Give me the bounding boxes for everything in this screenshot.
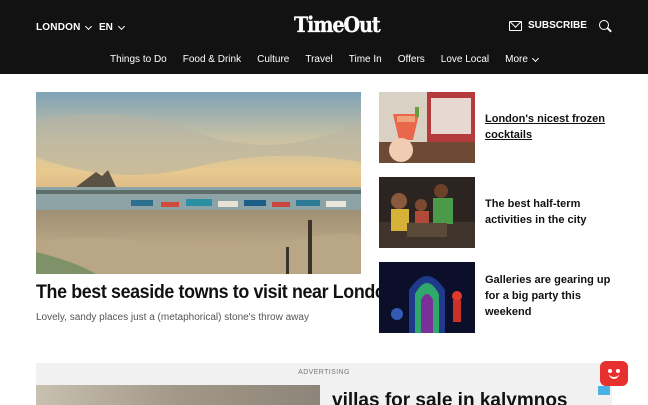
nav-more-label: More	[505, 54, 528, 65]
chevron-down-icon	[531, 54, 539, 62]
hero-image[interactable]	[36, 92, 361, 274]
chat-eye-icon	[608, 369, 612, 373]
nav-item-things-to-do[interactable]: Things to Do	[102, 54, 175, 65]
ad-choices-icon[interactable]	[598, 386, 610, 395]
timeout-logo[interactable]: TimeOut	[294, 12, 381, 38]
card-image-half-term[interactable]	[379, 177, 475, 248]
subscribe-label: SUBSCRIBE	[528, 20, 587, 31]
card-title-half-term[interactable]: The best half-term activities in the cit…	[485, 196, 615, 228]
mail-icon	[509, 20, 522, 31]
ad-headline[interactable]: villas for sale in kalymnos	[332, 390, 568, 405]
site-header: LONDON EN TimeOut SUBSCRIBE Things to Do…	[0, 0, 648, 74]
card-title-galleries[interactable]: Galleries are gearing up for a big party…	[485, 272, 615, 320]
nav-item-offers[interactable]: Offers	[390, 54, 433, 65]
city-selector[interactable]: LONDON	[36, 22, 92, 33]
chevron-down-icon	[84, 22, 92, 30]
card-title-cocktails[interactable]: London's nicest frozen cocktails	[485, 111, 615, 143]
nav-item-food-drink[interactable]: Food & Drink	[175, 54, 249, 65]
main-nav: Things to Do Food & Drink Culture Travel…	[0, 54, 648, 65]
nav-item-time-in[interactable]: Time In	[341, 54, 390, 65]
nav-item-more[interactable]: More	[497, 54, 546, 65]
ad-section: ADVERTISING villas for sale in kalymnos	[36, 363, 612, 405]
hero-subtitle: Lovely, sandy places just a (metaphorica…	[36, 312, 309, 323]
chat-mouth-icon	[609, 374, 619, 379]
language-selector[interactable]: EN	[99, 22, 125, 33]
chat-bot-button[interactable]	[600, 361, 628, 386]
city-label: LONDON	[36, 22, 81, 33]
nav-item-travel[interactable]: Travel	[297, 54, 340, 65]
language-label: EN	[99, 22, 113, 33]
nav-item-culture[interactable]: Culture	[249, 54, 297, 65]
search-icon[interactable]	[599, 20, 612, 33]
chevron-down-icon	[117, 22, 125, 30]
chat-eye-icon	[616, 369, 620, 373]
card-image-cocktails[interactable]	[379, 92, 475, 163]
subscribe-button[interactable]: SUBSCRIBE	[509, 20, 587, 31]
nav-item-love-local[interactable]: Love Local	[433, 54, 497, 65]
ad-label: ADVERTISING	[298, 369, 350, 376]
hero-title[interactable]: The best seaside towns to visit near Lon…	[36, 282, 396, 304]
ad-image[interactable]	[36, 385, 320, 405]
card-image-galleries[interactable]	[379, 262, 475, 333]
